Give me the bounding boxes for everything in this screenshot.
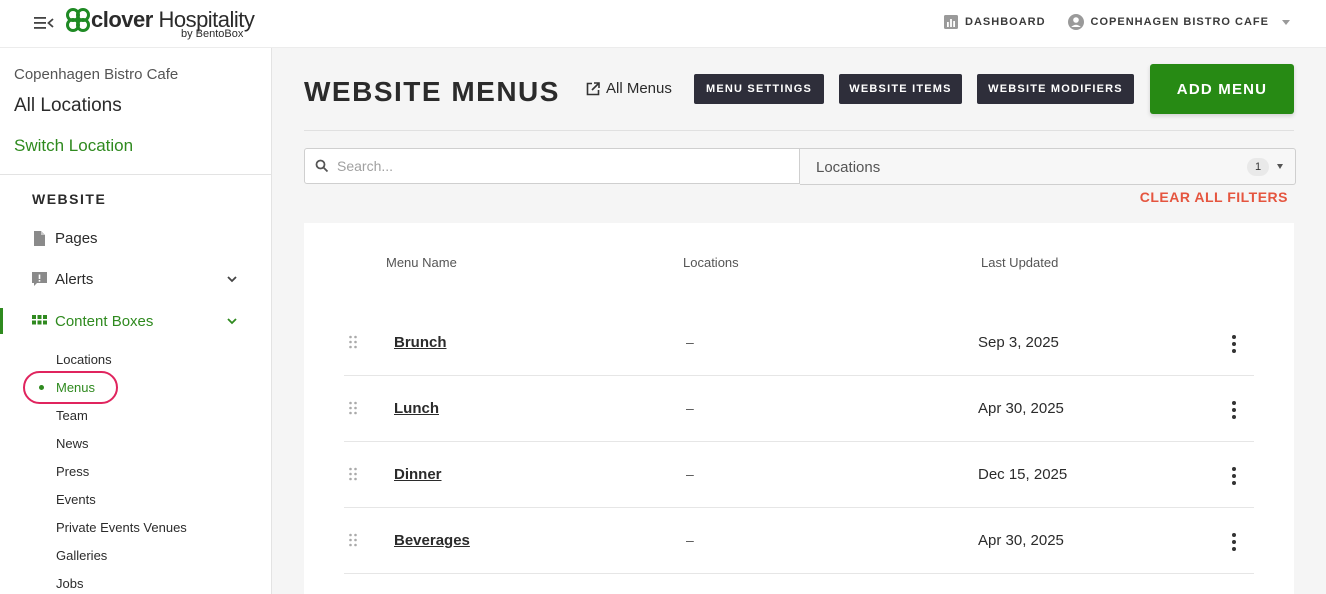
menu-name-link[interactable]: Lunch — [394, 400, 439, 417]
menu-locations: – — [686, 400, 694, 416]
menu-name-link[interactable]: Dinner — [394, 466, 442, 483]
menu-locations: – — [686, 334, 694, 350]
menu-name-link[interactable]: Brunch — [394, 334, 447, 351]
sidebar-item-content-boxes[interactable]: Content Boxes — [32, 308, 252, 334]
account-dropdown[interactable]: COPENHAGEN BISTRO CAFE — [1067, 14, 1290, 30]
menu-last-updated: Apr 30, 2025 — [978, 532, 1064, 549]
alert-icon — [32, 271, 47, 286]
menu-locations: – — [686, 466, 694, 482]
menu-last-updated: Apr 30, 2025 — [978, 400, 1064, 417]
clear-all-filters-link[interactable]: CLEAR ALL FILTERS — [1140, 189, 1288, 205]
venue-name: Copenhagen Bistro Cafe — [14, 66, 179, 83]
sidebar-item-label: Pages — [55, 229, 98, 247]
menu-locations: – — [686, 532, 694, 548]
collapse-menu-icon[interactable] — [34, 15, 54, 31]
website-items-button[interactable]: WEBSITE ITEMS — [839, 74, 962, 104]
sidebar-subitem-events[interactable]: Events — [56, 492, 96, 507]
bar-chart-icon — [944, 15, 959, 29]
top-bar: clover Hospitality by BentoBox DASHBOARD… — [0, 0, 1326, 48]
drag-handle-icon[interactable] — [348, 335, 358, 349]
table-row: Dinner – Dec 15, 2025 — [344, 442, 1254, 508]
menus-table: Menu Name Locations Last Updated Brunch … — [304, 223, 1294, 594]
caret-down-icon — [1282, 19, 1290, 25]
chevron-down-icon — [227, 318, 237, 325]
location-scope: All Locations — [14, 95, 122, 116]
active-indicator — [0, 308, 3, 334]
sidebar-subitem-press[interactable]: Press — [56, 464, 89, 479]
sidebar-divider — [0, 174, 271, 175]
add-menu-button[interactable]: ADD MENU — [1150, 64, 1294, 114]
all-menus-label: All Menus — [606, 80, 672, 97]
top-right-nav: DASHBOARD COPENHAGEN BISTRO CAFE — [944, 14, 1290, 30]
sidebar-subitem-jobs[interactable]: Jobs — [56, 576, 83, 591]
sidebar-subitem-galleries[interactable]: Galleries — [56, 548, 107, 563]
locations-filter-select[interactable]: Locations 1 — [800, 148, 1296, 185]
search-icon — [315, 159, 329, 173]
drag-handle-icon[interactable] — [348, 401, 358, 415]
locations-count-badge: 1 — [1247, 158, 1269, 176]
clover-leaf-icon — [66, 8, 90, 32]
locations-filter-label: Locations — [816, 159, 881, 176]
sidebar-subitem-private-events-venues[interactable]: Private Events Venues — [56, 520, 187, 535]
sidebar-subitem-locations[interactable]: Locations — [56, 352, 112, 367]
header-divider — [304, 130, 1294, 131]
active-dot — [39, 385, 44, 390]
table-row: Brunch – Sep 3, 2025 — [344, 310, 1254, 376]
grid-icon — [32, 314, 47, 324]
menu-name-link[interactable]: Beverages — [394, 532, 470, 549]
search-input[interactable] — [337, 155, 787, 177]
dashboard-link[interactable]: DASHBOARD — [944, 15, 1046, 29]
sidebar-subitem-team[interactable]: Team — [56, 408, 88, 423]
account-label: COPENHAGEN BISTRO CAFE — [1090, 16, 1269, 28]
sidebar-section-website: WEBSITE — [32, 191, 107, 207]
website-modifiers-button[interactable]: WEBSITE MODIFIERS — [977, 74, 1134, 104]
more-options-icon[interactable] — [1224, 400, 1244, 420]
external-link-icon — [586, 81, 600, 95]
drag-handle-icon[interactable] — [348, 467, 358, 481]
table-row: Lunch – Apr 30, 2025 — [344, 376, 1254, 442]
menu-last-updated: Sep 3, 2025 — [978, 334, 1059, 351]
sidebar-item-label: Alerts — [55, 270, 94, 288]
drag-handle-icon[interactable] — [348, 533, 358, 547]
sidebar: Copenhagen Bistro Cafe All Locations Swi… — [0, 48, 272, 594]
menu-last-updated: Dec 15, 2025 — [978, 466, 1068, 483]
sidebar-subitem-news[interactable]: News — [56, 436, 89, 451]
column-header-last-updated[interactable]: Last Updated — [981, 255, 1058, 270]
page-title: WEBSITE MENUS — [304, 76, 560, 107]
user-avatar-icon — [1067, 14, 1084, 30]
more-options-icon[interactable] — [1224, 466, 1244, 486]
column-header-menu-name[interactable]: Menu Name — [386, 255, 457, 270]
switch-location-link[interactable]: Switch Location — [14, 136, 133, 156]
sidebar-subitem-menus[interactable]: Menus — [56, 380, 95, 395]
more-options-icon[interactable] — [1224, 334, 1244, 354]
sidebar-item-alerts[interactable]: Alerts — [32, 266, 252, 292]
menu-settings-button[interactable]: MENU SETTINGS — [694, 74, 824, 104]
logo-byline: by BentoBox — [181, 28, 244, 40]
caret-down-icon — [1277, 164, 1283, 169]
page-icon — [34, 230, 45, 246]
sidebar-item-label: Content Boxes — [55, 312, 154, 330]
all-menus-link[interactable]: All Menus — [586, 80, 672, 97]
chevron-down-icon — [227, 276, 237, 283]
dashboard-label: DASHBOARD — [965, 16, 1046, 28]
column-header-locations[interactable]: Locations — [683, 255, 739, 270]
table-row: Beverages – Apr 30, 2025 — [344, 508, 1254, 574]
more-options-icon[interactable] — [1224, 532, 1244, 552]
search-box — [304, 148, 800, 184]
sidebar-item-pages[interactable]: Pages — [32, 225, 252, 251]
